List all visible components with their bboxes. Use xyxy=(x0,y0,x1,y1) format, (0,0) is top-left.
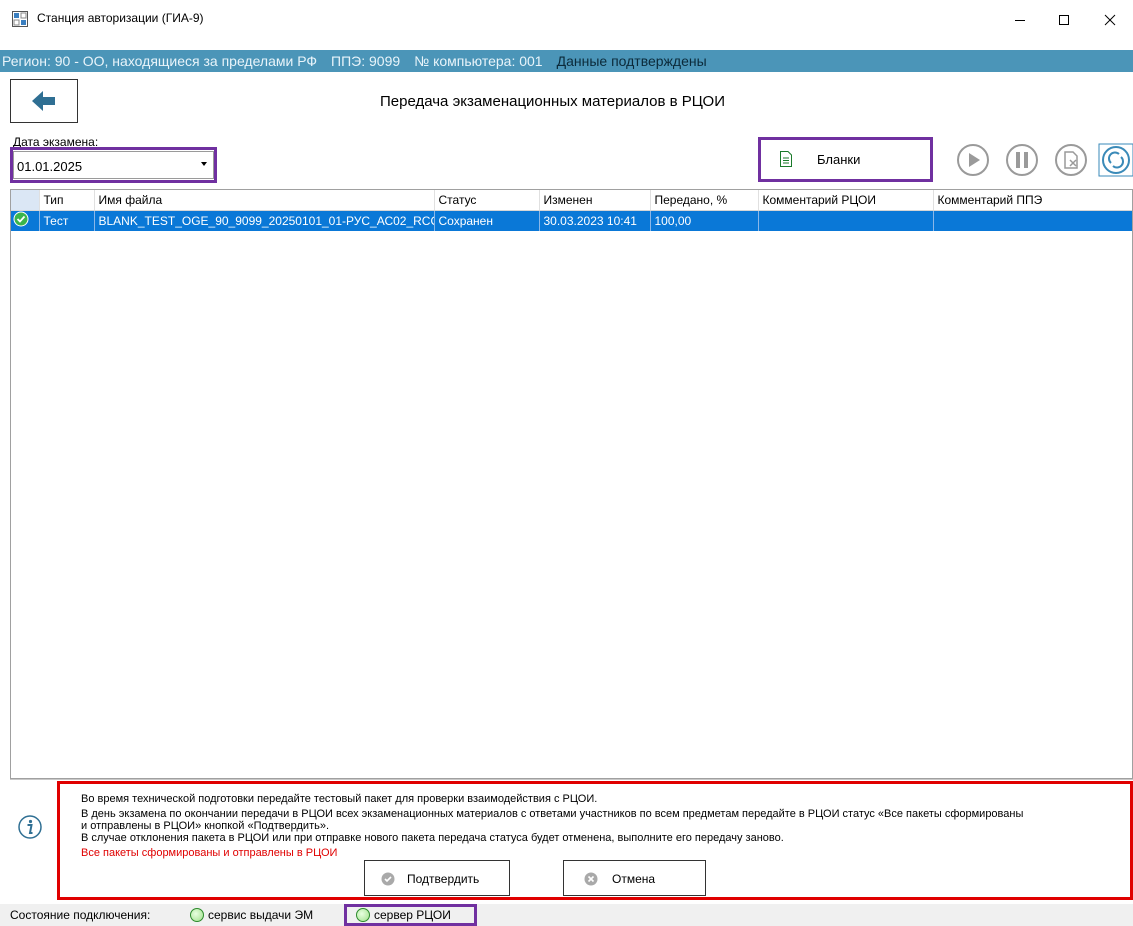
cell-comment-rcoi xyxy=(758,210,934,231)
table-header-row: Тип Имя файла Статус Изменен Передано, %… xyxy=(11,190,1132,211)
computer-text: № компьютера: 001 xyxy=(414,53,543,69)
status-indicator-icon xyxy=(190,908,204,922)
maximize-button[interactable] xyxy=(1042,0,1086,40)
arrow-left-icon xyxy=(32,91,55,111)
cell-modified: 30.03.2023 10:41 xyxy=(539,210,651,231)
all-packages-status: Все пакеты сформированы и отправлены в Р… xyxy=(81,847,338,859)
column-header[interactable]: Изменен xyxy=(539,190,651,211)
maximize-icon xyxy=(1059,15,1069,25)
cancel-file-icon xyxy=(1055,144,1087,176)
connection-status-label: Состояние подключения: xyxy=(10,908,151,922)
cancel-circle-icon xyxy=(584,872,598,886)
minimize-icon xyxy=(1015,20,1025,21)
info-line-2: В день экзамена по окончании передачи в … xyxy=(81,808,1024,820)
column-header[interactable]: Комментарий РЦОИ xyxy=(758,190,934,211)
confirm-label: Подтвердить xyxy=(407,872,480,886)
column-header[interactable]: Комментарий ППЭ xyxy=(933,190,1132,211)
region-text: Регион: 90 - ОО, находящиеся за пределам… xyxy=(2,53,318,69)
files-grid[interactable]: Тип Имя файла Статус Изменен Передано, %… xyxy=(10,189,1133,779)
pause-icon xyxy=(1006,144,1038,176)
cell-comment-ppe xyxy=(933,210,1132,231)
confirm-button[interactable]: Подтвердить xyxy=(364,860,510,896)
pause-button[interactable] xyxy=(1004,143,1040,177)
title-bar: Станция авторизации (ГИА-9) xyxy=(0,0,1133,40)
row-status-icon-cell xyxy=(11,210,40,231)
highlight-frame xyxy=(758,137,933,182)
refresh-icon xyxy=(1098,143,1133,177)
cell-filename: BLANK_TEST_OGE_90_9099_20250101_01-РУС_А… xyxy=(94,210,435,231)
highlight-frame xyxy=(10,147,217,183)
page-title: Передача экзаменационных материалов в РЦ… xyxy=(380,93,725,110)
play-icon xyxy=(957,144,989,176)
column-header[interactable]: Тип xyxy=(39,190,95,211)
cell-transferred: 100,00 xyxy=(650,210,759,231)
cancel-button[interactable]: Отмена xyxy=(563,860,706,896)
info-line-1: Во время технической подготовки передайт… xyxy=(81,793,598,805)
files-table: Тип Имя файла Статус Изменен Передано, %… xyxy=(11,190,1132,231)
column-header[interactable] xyxy=(11,190,40,211)
column-header[interactable]: Статус xyxy=(434,190,540,211)
back-button[interactable] xyxy=(10,79,78,123)
app-icon xyxy=(12,11,28,27)
column-header[interactable]: Передано, % xyxy=(650,190,759,211)
service-issue-em-status: сервис выдачи ЭМ xyxy=(190,908,313,922)
cell-status: Сохранен xyxy=(434,210,540,231)
ppe-text: ППЭ: 9099 xyxy=(331,53,401,69)
service-issue-em-label: сервис выдачи ЭМ xyxy=(208,908,314,922)
refresh-button[interactable] xyxy=(1097,143,1133,177)
info-bar: Регион: 90 - ОО, находящиеся за пределам… xyxy=(0,50,1133,72)
check-circle-icon xyxy=(13,211,29,227)
window-title: Станция авторизации (ГИА-9) xyxy=(37,11,204,25)
minimize-button[interactable] xyxy=(998,0,1042,40)
close-button[interactable] xyxy=(1088,0,1132,40)
cancel-file-button[interactable] xyxy=(1053,143,1089,177)
column-header[interactable]: Имя файла xyxy=(94,190,435,211)
highlight-frame xyxy=(344,904,477,926)
close-icon xyxy=(1104,14,1116,26)
confirmed-status: Данные подтверждены xyxy=(556,53,707,69)
info-line-3: и отправлены в РЦОИ» кнопкой «Подтвердит… xyxy=(81,820,330,832)
table-row[interactable]: Тест BLANK_TEST_OGE_90_9099_20250101_01-… xyxy=(11,210,1132,231)
info-line-4: В случае отклонения пакета в РЦОИ или пр… xyxy=(81,832,784,844)
info-icon xyxy=(18,815,42,839)
play-button[interactable] xyxy=(955,143,991,177)
status-bar: Состояние подключения: сервис выдачи ЭМ … xyxy=(0,904,1133,926)
cell-type: Тест xyxy=(39,210,95,231)
cancel-label: Отмена xyxy=(612,872,656,886)
check-circle-icon xyxy=(381,872,395,886)
